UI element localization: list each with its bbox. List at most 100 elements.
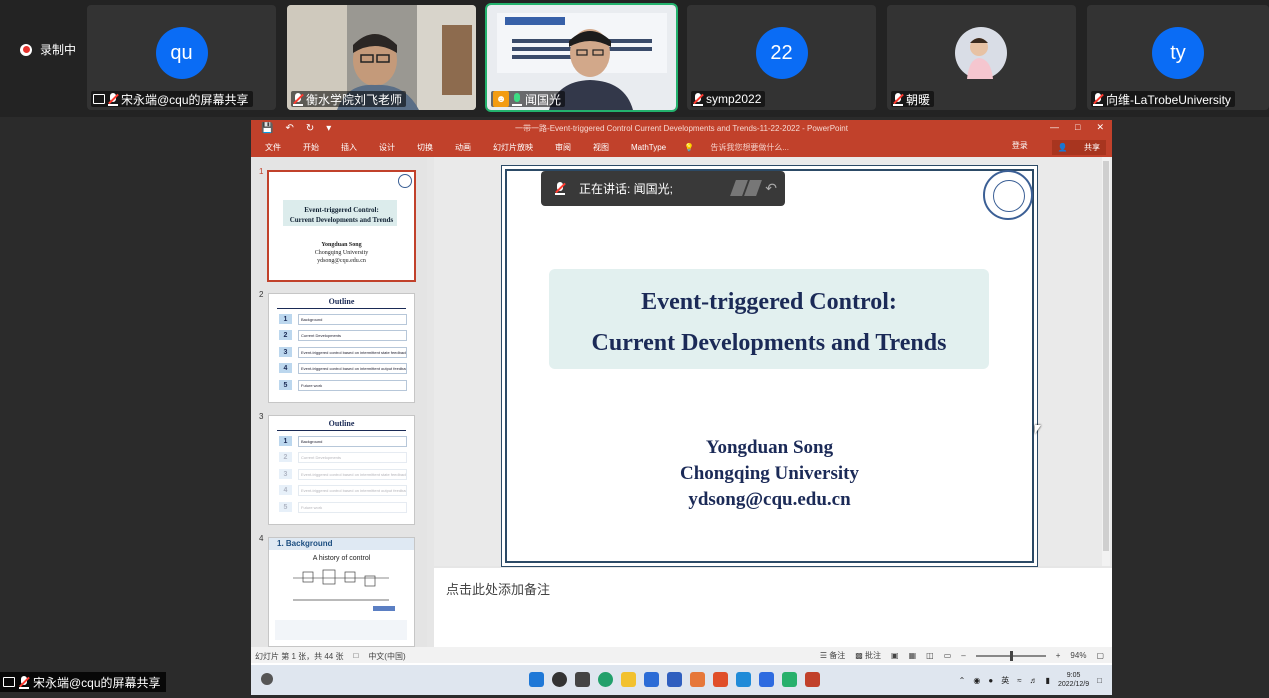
maximize-icon[interactable]: □ [1075, 122, 1080, 133]
app-icon[interactable] [713, 672, 728, 687]
tab-home[interactable]: 开始 [303, 142, 319, 153]
comments-button[interactable]: ▩ 批注 [855, 650, 881, 661]
file-explorer-icon[interactable] [621, 672, 636, 687]
minimize-icon[interactable]: — [1050, 122, 1059, 133]
share-label: 共享 [1084, 143, 1100, 152]
fit-slide-icon[interactable]: ▢ [1096, 651, 1104, 660]
outline-row: 3 Event-triggered control based on interm… [279, 346, 407, 358]
windows-taskbar: ⌃ ◉ ● 英 ≈ ♬ ▮ 9:05 2022/12/9 □ [251, 665, 1112, 695]
media-player-icon[interactable] [736, 672, 751, 687]
slide-thumbnail-4[interactable]: 1. Background A history of control [268, 537, 415, 647]
ribbon-tabs: 文件 开始 插入 设计 切换 动画 幻灯片放映 审阅 视图 MathType 💡… [251, 137, 1112, 157]
editor-scrollbar[interactable] [1102, 157, 1110, 566]
search-icon[interactable] [552, 672, 567, 687]
participant-tile[interactable]: 22 symp2022 [687, 5, 876, 110]
slide-count: 幻灯片 第 1 张，共 44 张 [255, 652, 344, 661]
zoom-in-button[interactable]: + [1056, 651, 1061, 660]
participant-tile-active-speaker[interactable]: ☻ 闻国光 [485, 3, 678, 112]
store-icon[interactable] [644, 672, 659, 687]
thumb-affiliation: Chongqing University [314, 250, 369, 256]
tell-me-search[interactable]: 💡 告诉我您想要做什么... [684, 142, 789, 153]
tab-slideshow[interactable]: 幻灯片放映 [493, 142, 533, 153]
close-icon[interactable]: ✕ [1096, 122, 1104, 133]
battery-icon[interactable]: ▮ [1046, 676, 1050, 685]
app-icon[interactable] [782, 672, 797, 687]
clock-time: 9:05 [1066, 672, 1081, 679]
start-icon[interactable] [529, 672, 544, 687]
window-title: 一带一路-Event-triggered Control Current Dev… [515, 124, 848, 133]
slide-thumbnail-pane: 1 Event-triggered Control: Current Devel… [251, 157, 427, 647]
powerpoint-icon[interactable] [805, 672, 820, 687]
recording-indicator[interactable]: 录制中 [20, 41, 76, 58]
participant-name-label: 宋永端@cqu的屏幕共享 [91, 91, 253, 107]
notes-toggle-button[interactable]: ☰ 备注 [820, 650, 845, 661]
participant-tile[interactable]: ty 向维-LaTrobeUniversity [1087, 5, 1269, 110]
tray-app-icon[interactable]: ◉ [973, 676, 980, 685]
zoom-out-button[interactable]: – [961, 651, 965, 660]
mic-muted-icon [555, 182, 566, 195]
participant-name: 朝暖 [906, 92, 931, 107]
zoom-level[interactable]: 94% [1070, 651, 1086, 660]
screen-sharer-label: 宋永端@cqu的屏幕共享 [0, 672, 166, 692]
annotation-controls[interactable]: ↶ [730, 180, 777, 197]
tab-animations[interactable]: 动画 [455, 142, 471, 153]
participant-name: 向维-LaTrobeUniversity [1106, 92, 1231, 107]
tab-mathtype[interactable]: MathType [631, 143, 666, 152]
slide-author: Yongduan Song [705, 437, 834, 458]
slide-title-line2: Current Developments and Trends [591, 330, 947, 356]
outline-row: 2 Current Developments [279, 329, 407, 341]
mic-icon[interactable]: ● [988, 676, 993, 685]
ime-indicator[interactable]: 英 [1001, 675, 1009, 686]
control-history-diagram [293, 569, 395, 611]
record-icon [20, 43, 32, 56]
tab-view[interactable]: 视图 [593, 142, 609, 153]
task-view-icon[interactable] [575, 672, 590, 687]
edge-icon[interactable] [598, 672, 613, 687]
tab-insert[interactable]: 插入 [341, 142, 357, 153]
tab-file[interactable]: 文件 [265, 142, 281, 153]
slideshow-icon[interactable]: ▭ [944, 651, 952, 660]
word-icon[interactable] [667, 672, 682, 687]
zoom-slider[interactable] [975, 650, 1046, 661]
participant-name-label: 向维-LaTrobeUniversity [1091, 91, 1235, 107]
normal-view-icon[interactable]: ▣ [891, 651, 899, 660]
notes-pane[interactable]: 点击此处添加备注 [434, 568, 1112, 647]
notification-icon[interactable]: □ [1097, 676, 1102, 685]
current-slide[interactable]: Event-triggered Control: Current Develop… [501, 165, 1038, 567]
participant-name-label: 衡水学院刘飞老师 [291, 91, 407, 107]
tab-transitions[interactable]: 切换 [417, 142, 433, 153]
tab-design[interactable]: 设计 [379, 142, 395, 153]
clock[interactable]: 9:05 2022/12/9 [1058, 671, 1089, 689]
undo-arrow-icon[interactable]: ↶ [765, 180, 777, 197]
participant-name: 宋永端@cqu的屏幕共享 [121, 92, 249, 107]
thumb-subheading: A history of control [312, 555, 371, 562]
participant-name-label: ☻ 闻国光 [491, 91, 566, 107]
slide-title-line1: Event-triggered Control: [641, 289, 897, 315]
language-indicator[interactable]: 中文(中国) [368, 651, 405, 662]
slide-thumbnail-3[interactable]: Outline 1 Background 2 Current Development… [268, 415, 415, 525]
widgets-icon[interactable] [261, 673, 273, 685]
slide-thumbnail-2[interactable]: Outline 1 Background 2 Current Development… [268, 293, 415, 403]
meeting-app-icon[interactable] [759, 672, 774, 687]
chevron-up-icon[interactable]: ⌃ [959, 676, 966, 685]
mic-muted-icon [693, 92, 704, 106]
outline-row: 5 Future work [279, 379, 407, 391]
participant-tile[interactable]: 衡水学院刘飞老师 [287, 5, 476, 110]
slide-title-box[interactable]: Event-triggered Control: Current Develop… [549, 269, 989, 369]
spellcheck-icon[interactable]: □ [353, 651, 358, 662]
slide-editor: Event-triggered Control: Current Develop… [434, 157, 1112, 567]
outline-row: 1 Background [279, 313, 407, 325]
slide-sorter-icon[interactable]: ▦ [909, 651, 917, 660]
comments-label: 批注 [865, 651, 882, 660]
slide-thumbnail-1[interactable]: Event-triggered Control: Current Develop… [267, 170, 416, 282]
app-icon[interactable] [690, 672, 705, 687]
thumb-section-heading: 1. Background [269, 538, 414, 550]
reading-view-icon[interactable]: ◫ [926, 651, 934, 660]
participant-tile[interactable]: 朝暖 [887, 5, 1076, 110]
share-button[interactable]: 👤 共享 [1051, 140, 1106, 155]
volume-icon[interactable]: ♬ [1030, 676, 1038, 685]
login-button[interactable]: 登录 [1012, 140, 1028, 155]
tab-review[interactable]: 审阅 [555, 142, 571, 153]
participant-tile[interactable]: qu 宋永端@cqu的屏幕共享 [87, 5, 276, 110]
wifi-icon[interactable]: ≈ [1017, 676, 1021, 685]
